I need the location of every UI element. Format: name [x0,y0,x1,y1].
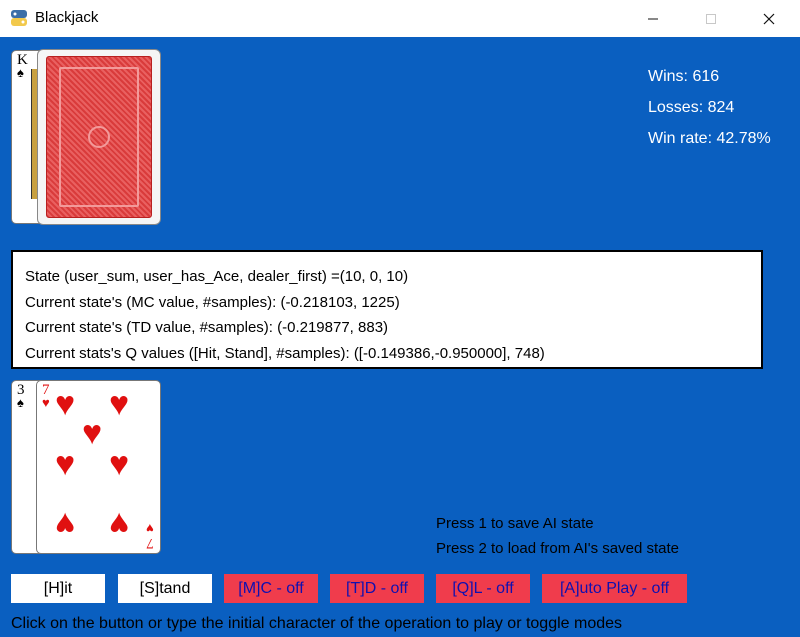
instructions-text: Click on the button or type the initial … [11,615,623,632]
win-rate-label: Win rate: 42.78% [648,130,771,147]
title-bar: Blackjack [0,0,800,37]
td-value-text: Current state's (TD value, #samples): (-… [25,319,389,336]
heart-pip-icon: ♥ [109,385,130,423]
heart-pip-icon: ♥ [55,505,76,543]
card-back-medallion [88,126,110,148]
save-hint: Press 1 to save AI state [436,515,594,532]
python-icon [11,10,27,26]
mc-toggle-button[interactable]: [M]C - off [224,574,318,603]
dealer-card-face-down [37,49,161,225]
spade-icon: ♠ [17,65,24,80]
mc-value-text: Current state's (MC value, #samples): (-… [25,293,400,311]
heart-pip-icon: ♥ [109,505,130,543]
heart-pip-icon: ♥ [82,414,103,452]
state-info-panel: State (user_sum, user_has_Ace, dealer_fi… [11,250,763,369]
maximize-button[interactable] [688,0,734,37]
card-corner-bottom: 7 ♥ [146,521,154,551]
state-text: State (user_sum, user_has_Ace, dealer_fi… [25,268,409,285]
heart-icon: ♥ [146,521,154,536]
heart-pip-icon: ♥ [55,385,76,423]
auto-play-toggle-button[interactable]: [A]uto Play - off [542,574,687,603]
window-title: Blackjack [35,9,99,26]
td-toggle-button[interactable]: [T]D - off [330,574,424,603]
ql-toggle-button[interactable]: [Q]L - off [436,574,530,603]
maximize-icon [706,13,716,24]
load-hint: Press 2 to load from AI's saved state [436,540,679,557]
player-card-7-hearts: 7 ♥ ♥ ♥ ♥ ♥ ♥ ♥ ♥ 7 ♥ [36,380,161,554]
heart-pip-icon: ♥ [55,445,76,483]
game-table: K ♠ Wins: 616 Losses: 824 Win rate: 42.7… [0,37,800,637]
close-icon [763,13,775,24]
minimize-icon [648,18,658,19]
minimize-button[interactable] [630,0,676,37]
stand-button[interactable]: [S]tand [118,574,212,603]
wins-label: Wins: 616 [648,68,720,85]
heart-pip-icon: ♥ [109,445,130,483]
q-values-text: Current stats's Q values ([Hit, Stand], … [25,344,545,362]
heart-icon: ♥ [42,395,50,410]
spade-icon: ♠ [17,395,24,410]
losses-label: Losses: 824 [648,99,735,116]
hit-button[interactable]: [H]it [11,574,105,603]
close-button[interactable] [746,0,792,37]
